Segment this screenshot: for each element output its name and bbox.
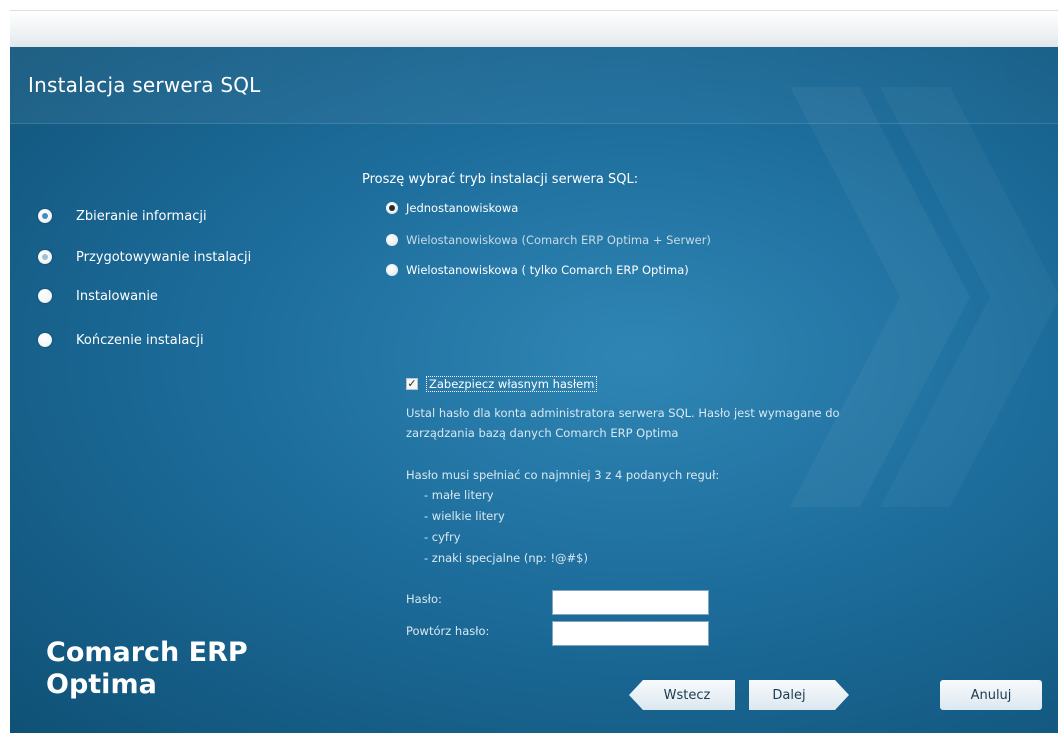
back-button[interactable]: Wstecz: [629, 680, 735, 710]
password-input[interactable]: [552, 590, 709, 615]
install-mode-prompt: Proszę wybrać tryb instalacji serwera SQ…: [362, 172, 639, 187]
password-rule: - małe litery: [424, 488, 494, 502]
step-current-icon: [38, 209, 52, 223]
brand-logo: Comarch ERP Optima: [46, 637, 248, 701]
password-rule: - znaki specjalne (np: !@#$): [424, 551, 588, 565]
radio-label[interactable]: Wielostanowiskowa (Comarch ERP Optima + …: [406, 233, 711, 247]
step-label: Zbieranie informacji: [76, 209, 207, 224]
chevron-decoration-icon: [790, 87, 970, 507]
repeat-password-label: Powtórz hasło:: [406, 624, 490, 638]
password-info-line1: Ustal hasło dla konta administratora ser…: [406, 406, 840, 420]
installer-window: Instalacja serwera SQL Zbieranie informa…: [10, 47, 1058, 733]
step-pending-icon: [38, 333, 52, 347]
radio-unselected-icon[interactable]: [386, 234, 398, 246]
password-info-line2: zarządzania bazą danych Comarch ERP Opti…: [406, 426, 679, 440]
brand-line1: Comarch ERP: [46, 637, 248, 668]
top-strip: [10, 10, 1058, 48]
radio-selected-icon[interactable]: [386, 202, 398, 214]
step-pending-icon: [38, 289, 52, 303]
repeat-password-input[interactable]: [552, 621, 709, 646]
step-label: Instalowanie: [76, 289, 158, 304]
radio-unselected-icon[interactable]: [386, 264, 398, 276]
step-label: Kończenie instalacji: [76, 333, 204, 348]
brand-line2: Optima: [46, 669, 157, 700]
password-rules-intro: Hasło musi spełniać co najmniej 3 z 4 po…: [406, 468, 720, 482]
password-rule: - wielkie litery: [424, 509, 505, 523]
own-password-label[interactable]: Zabezpiecz własnym hasłem: [426, 376, 598, 392]
password-label: Hasło:: [406, 592, 442, 606]
radio-label[interactable]: Wielostanowiskowa ( tylko Comarch ERP Op…: [406, 263, 689, 277]
page-title: Instalacja serwera SQL: [28, 73, 261, 97]
radio-label[interactable]: Jednostanowiskowa: [406, 201, 518, 215]
step-label: Przygotowywanie instalacji: [76, 250, 252, 265]
step-done-icon: [38, 250, 52, 264]
own-password-checkbox[interactable]: ✓: [406, 378, 418, 390]
cancel-button[interactable]: Anuluj: [940, 680, 1042, 710]
next-button[interactable]: Dalej: [749, 680, 849, 710]
password-rule: - cyfry: [424, 530, 461, 544]
